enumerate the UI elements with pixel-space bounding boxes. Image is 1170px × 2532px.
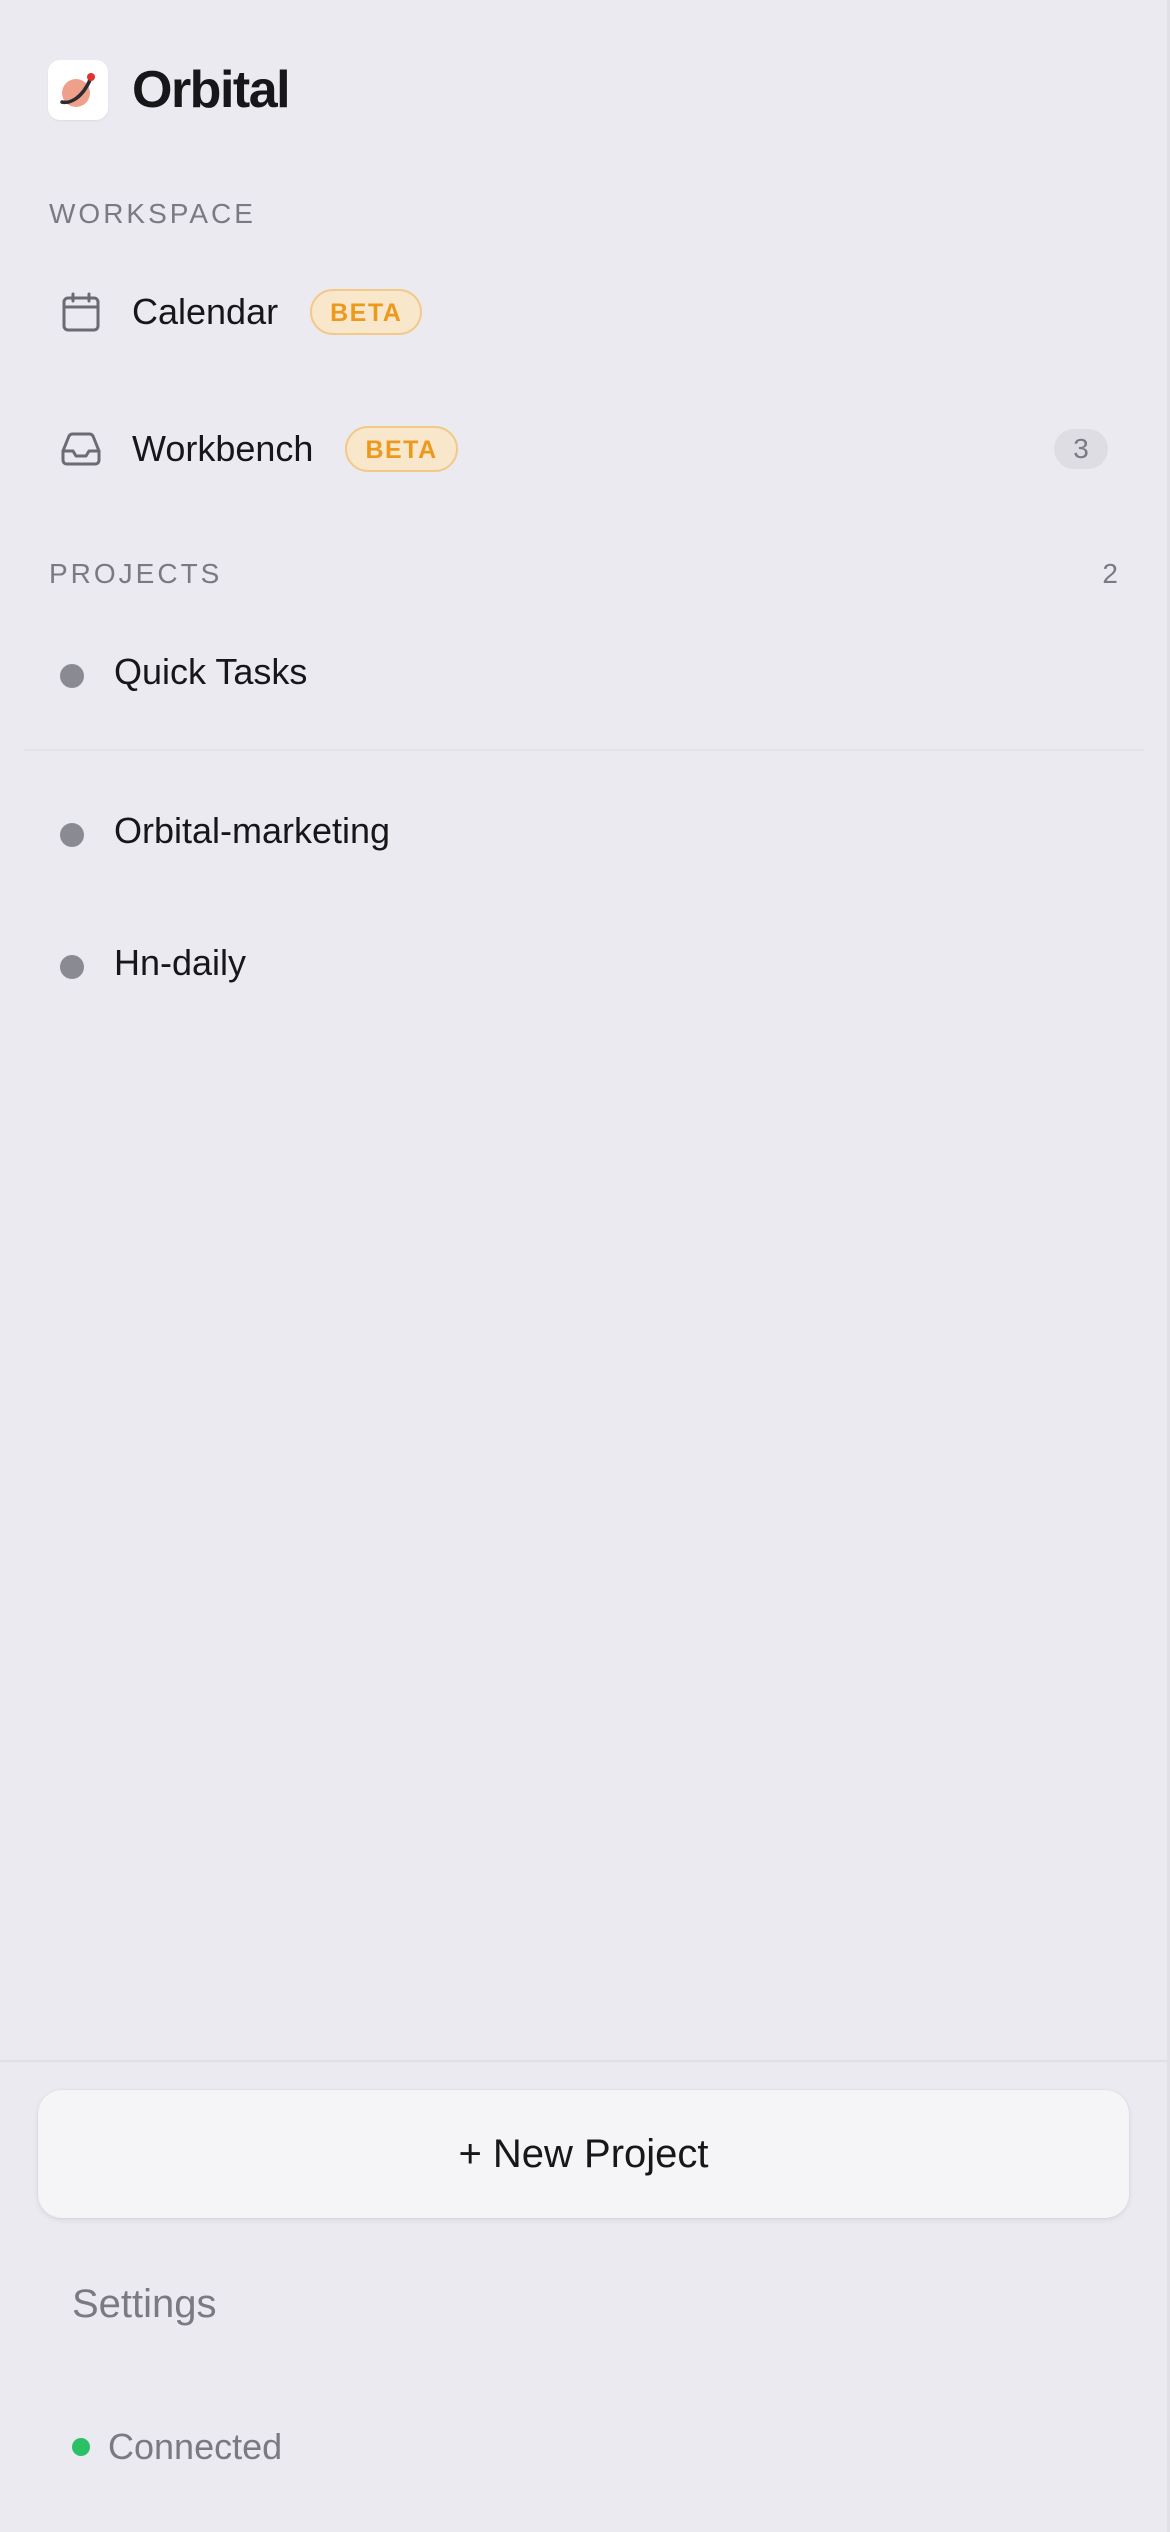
workspace-section-label: WORKSPACE [49, 198, 256, 229]
sidebar-item-calendar[interactable]: Calendar BETA [48, 272, 1118, 352]
project-dot-icon [60, 664, 84, 688]
connection-status: Connected [72, 2422, 282, 2472]
app-header: Orbital [48, 58, 291, 122]
project-label: Hn-daily [114, 942, 247, 983]
project-dot-icon [60, 955, 84, 979]
projects-section-label: PROJECTS [49, 558, 223, 589]
inbox-tray-icon [48, 409, 114, 489]
orbital-logo-icon[interactable] [48, 60, 108, 120]
status-dot-icon [72, 2438, 90, 2456]
project-item-hn-daily[interactable]: Hn-daily [48, 923, 1118, 1003]
project-item-quick-tasks[interactable]: Quick Tasks [48, 632, 1118, 712]
project-dot-icon [60, 823, 84, 847]
beta-badge: BETA [310, 289, 423, 335]
new-project-button[interactable]: + New Project [38, 2090, 1129, 2218]
sidebar-item-label: Calendar [132, 291, 279, 332]
sidebar: Orbital WORKSPACE Calendar BETA Workbenc… [0, 0, 1170, 2532]
status-text: Connected [108, 2426, 283, 2467]
sidebar-item-label: Workbench [132, 428, 314, 469]
project-label: Orbital-marketing [114, 810, 391, 851]
calendar-icon [48, 272, 114, 352]
app-title: Orbital [132, 61, 291, 119]
beta-badge: BETA [345, 426, 458, 472]
project-label: Quick Tasks [114, 651, 308, 692]
sidebar-item-workbench[interactable]: Workbench BETA 3 [48, 409, 1118, 489]
project-divider [24, 749, 1144, 751]
unread-count-badge: 3 [1054, 429, 1108, 469]
settings-link[interactable]: Settings [72, 2282, 217, 2327]
project-item-orbital-marketing[interactable]: Orbital-marketing [48, 791, 1118, 871]
footer-divider [0, 2060, 1170, 2062]
projects-count: 2 [1102, 558, 1118, 589]
